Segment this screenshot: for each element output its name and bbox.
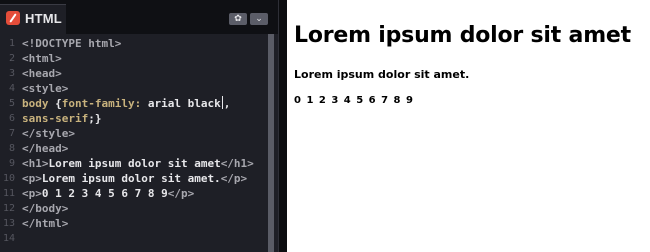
code-token-selector: body — [22, 97, 56, 110]
line-number: 1 — [8, 38, 15, 49]
editor-tab-bar: HTML ✿ ⌄ — [0, 0, 278, 34]
code-token-tag: <head> — [22, 67, 62, 80]
code-line: <html> — [22, 51, 62, 66]
preview-digits: 0 1 2 3 4 5 6 7 8 9 — [294, 95, 414, 106]
preview-panel: Lorem ipsum dolor sit amet Lorem ipsum d… — [287, 0, 650, 252]
code-token-text: Lorem ipsum dolor sit amet. — [41, 172, 221, 185]
line-number: 13 — [2, 218, 15, 229]
preview-heading: Lorem ipsum dolor sit amet — [294, 23, 631, 48]
line-number: 6 — [8, 113, 15, 124]
code-token-value: sans-serif — [22, 112, 89, 125]
html-file-icon — [6, 11, 20, 25]
code-token-comma: , — [223, 97, 231, 110]
code-line: sans-serif;} — [22, 111, 101, 126]
code-line: <h1>Lorem ipsum dolor sit amet</h1> — [22, 156, 254, 171]
code-token-text: Lorem ipsum dolor sit amet — [48, 157, 221, 170]
line-number: 9 — [8, 158, 15, 169]
tab-html[interactable]: HTML — [0, 4, 66, 34]
code-line: </head> — [22, 141, 68, 156]
code-line: </style> — [22, 126, 75, 141]
line-number: 14 — [2, 233, 15, 244]
code-token-tag: </p> — [220, 172, 248, 185]
code-token-property: font-family: — [61, 97, 142, 110]
code-token-tag: </head> — [22, 142, 69, 155]
line-number: 3 — [8, 68, 15, 79]
html-editor-panel[interactable]: HTML ✿ ⌄ 1 2 3 4 5 6 7 8 9 10 11 12 13 1… — [0, 0, 278, 252]
code-line: <head> — [22, 66, 62, 81]
editor-scrollbar-thumb[interactable] — [268, 34, 274, 252]
line-number: 2 — [8, 53, 15, 64]
line-number: 7 — [8, 128, 15, 139]
code-line: body {font-family: arial black, — [22, 96, 230, 111]
line-number: 8 — [8, 143, 15, 154]
code-line: <p>0 1 2 3 4 5 6 7 8 9</p> — [22, 186, 194, 201]
chevron-down-icon: ⌄ — [255, 14, 263, 24]
preview-paragraph: Lorem ipsum dolor sit amet. — [294, 68, 470, 81]
code-token-brace: ;} — [88, 112, 102, 125]
line-number: 11 — [2, 188, 15, 199]
code-token-tag: <p> — [22, 172, 42, 185]
collapse-button[interactable]: ⌄ — [250, 13, 268, 25]
line-number-gutter: 1 2 3 4 5 6 7 8 9 10 11 12 13 14 — [0, 34, 18, 252]
line-number: 12 — [2, 203, 15, 214]
code-token-tag: </h1> — [220, 157, 254, 170]
tab-label: HTML — [25, 11, 62, 26]
code-token-tag: <p> — [22, 187, 42, 200]
code-token-value: arial black — [141, 97, 221, 110]
code-token-text: 0 1 2 3 4 5 6 7 8 9 — [41, 187, 168, 200]
panel-resize-handle[interactable] — [278, 0, 287, 252]
code-token-tag: </html> — [22, 217, 69, 230]
code-line: </html> — [22, 216, 68, 231]
gear-icon: ✿ — [234, 14, 242, 24]
code-token-tag: </style> — [22, 127, 75, 140]
code-token-tag: </body> — [22, 202, 69, 215]
code-token-tag: <style> — [22, 82, 69, 95]
settings-button[interactable]: ✿ — [229, 13, 247, 25]
text-cursor — [221, 96, 223, 109]
code-token-tag: <html> — [22, 52, 62, 65]
code-line: <!DOCTYPE html> — [22, 36, 121, 51]
code-token-tag: </p> — [167, 187, 195, 200]
code-area[interactable]: <!DOCTYPE html> <html> <head> <style> bo… — [22, 34, 266, 252]
line-number: 5 — [8, 98, 15, 109]
line-number: 4 — [8, 83, 15, 94]
code-line: <style> — [22, 81, 68, 96]
line-number: 10 — [2, 173, 15, 184]
code-line: <p>Lorem ipsum dolor sit amet.</p> — [22, 171, 247, 186]
code-token-tag: <!DOCTYPE html> — [22, 37, 122, 50]
code-line: </body> — [22, 201, 68, 216]
code-token-tag: <h1> — [22, 157, 49, 170]
code-token-brace: { — [55, 97, 62, 110]
